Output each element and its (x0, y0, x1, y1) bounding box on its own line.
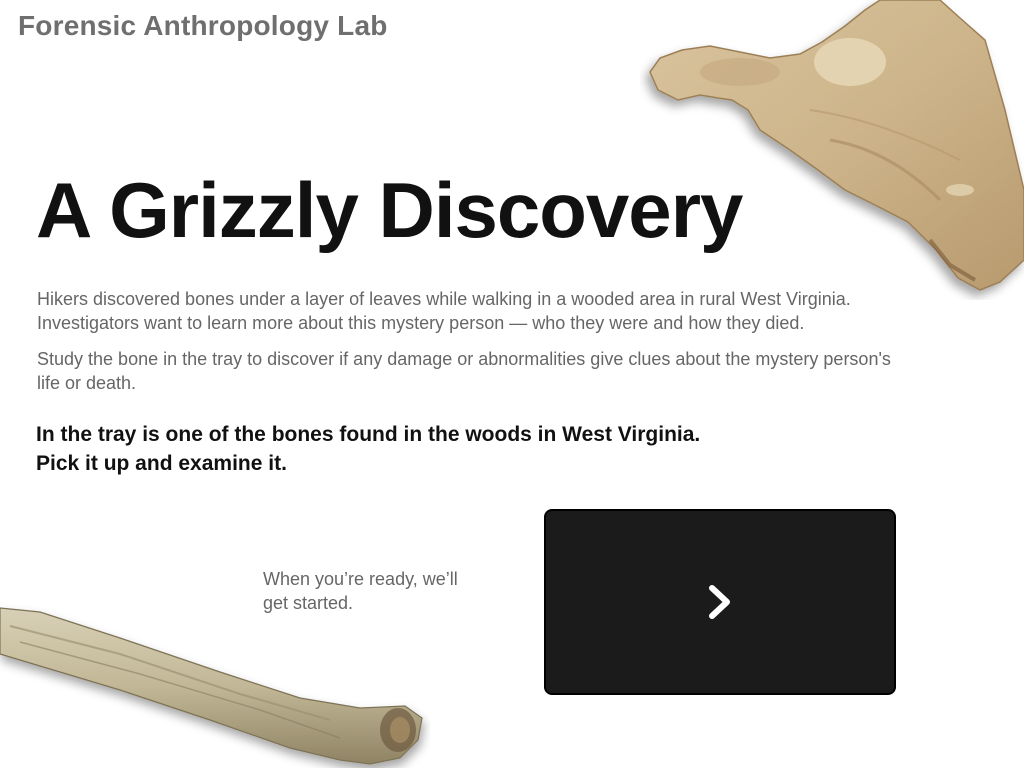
instruction-text: In the tray is one of the bones found in… (36, 420, 796, 478)
next-button[interactable] (544, 509, 896, 695)
instruction-line: Pick it up and examine it. (36, 452, 287, 475)
chevron-right-icon (709, 585, 730, 619)
page: Forensic Anthropology Lab A Grizzly Disc… (0, 0, 1024, 768)
app-title: Forensic Anthropology Lab (18, 10, 388, 41)
page-title: A Grizzly Discovery (36, 166, 743, 254)
instruction-line: In the tray is one of the bones found in… (36, 423, 701, 446)
intro-text: Hikers discovered bones under a layer of… (37, 287, 917, 407)
long-bone-image (0, 607, 423, 765)
scapula-bone-image (649, 0, 1024, 291)
intro-paragraph: Study the bone in the tray to discover i… (37, 349, 891, 393)
intro-paragraph: Hikers discovered bones under a layer of… (37, 289, 851, 333)
